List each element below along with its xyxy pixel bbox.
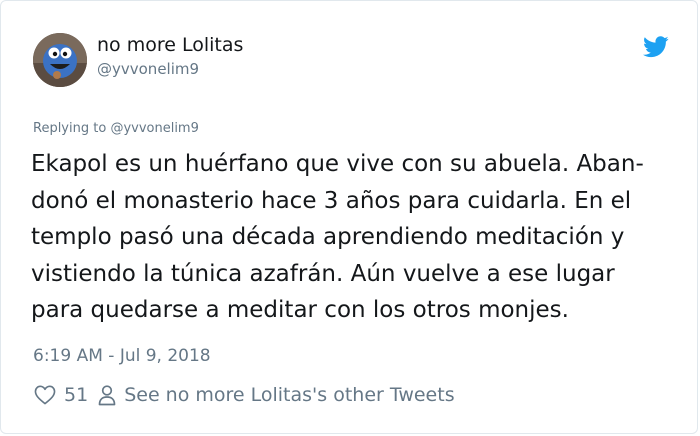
person-icon[interactable] bbox=[98, 384, 116, 406]
user-handle[interactable]: @yvvonelim9 bbox=[97, 60, 199, 78]
tweet-text-line: donó el monasterio hace 3 años para cuid… bbox=[31, 187, 632, 214]
tweet-text: Ekapol es un huérfano que vive con su ab… bbox=[31, 146, 681, 329]
avatar[interactable] bbox=[33, 33, 87, 87]
replying-to-label: Replying to bbox=[33, 121, 111, 136]
like-count: 51 bbox=[64, 384, 89, 406]
heart-icon[interactable] bbox=[34, 385, 56, 405]
replying-to: Replying to @yvvonelim9 bbox=[33, 121, 199, 136]
tweet-text-line: para quedarse a meditar con los otros mo… bbox=[31, 297, 569, 323]
avatar-image bbox=[33, 33, 87, 87]
twitter-bird-icon[interactable] bbox=[643, 36, 669, 58]
tweet-text-line: Ekapol es un huérfano que vive con su ab… bbox=[31, 151, 644, 177]
reply-mention-link[interactable]: @yvvonelim9 bbox=[110, 121, 198, 136]
tweet-text-line: templo pasó una década aprendiendo medit… bbox=[31, 224, 625, 250]
tweet-timestamp[interactable]: 6:19 AM - Jul 9, 2018 bbox=[33, 346, 211, 366]
display-name[interactable]: no more Lolitas bbox=[97, 34, 243, 56]
tweet-text-line: vistiendo la túnica azafrán. Aún vuelve … bbox=[31, 260, 615, 287]
tweet-card: no more Lolitas @yvvonelim9 Replying to … bbox=[0, 0, 698, 434]
other-tweets-link[interactable]: See no more Lolitas's other Tweets bbox=[124, 384, 454, 406]
tweet-actions: 51 See no more Lolitas's other Tweets bbox=[34, 381, 455, 409]
